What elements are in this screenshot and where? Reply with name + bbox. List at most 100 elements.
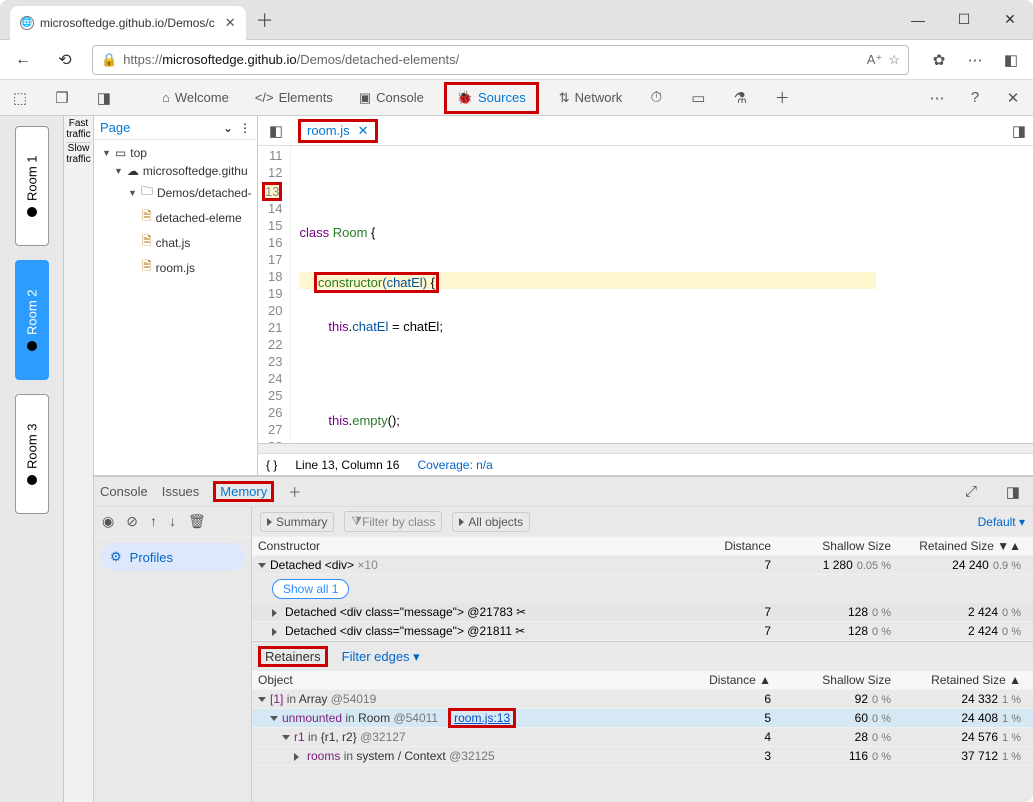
editor-status: { } Line 13, Column 16 Coverage: n/a (258, 453, 1033, 475)
drawer-tabs: Console Issues Memory ＋ ⤢ ◨ (94, 477, 1033, 507)
drawer-expand-icon[interactable]: ⤢ (957, 478, 985, 506)
url-path: /Demos/detached-elements/ (297, 52, 460, 67)
application-icon[interactable]: ▭ (684, 84, 712, 112)
url-host: microsoftedge.github.io (162, 52, 296, 67)
retainers-header[interactable]: ObjectDistance ▲Shallow SizeRetained Siz… (252, 671, 1033, 690)
navigator-more-icon[interactable]: ⋮ (239, 121, 251, 135)
close-window-button[interactable]: ✕ (987, 0, 1033, 40)
tab-elements[interactable]: </> Elements (249, 86, 339, 109)
editor-pane: ◧ room.js✕ ◨ 111213141516171819202122232… (258, 116, 1033, 475)
file-tab-roomjs[interactable]: room.js✕ (298, 119, 378, 143)
fast-traffic-label[interactable]: Fast traffic (66, 118, 91, 143)
extensions-icon[interactable]: ✿ (925, 46, 953, 74)
devtools-more-icon[interactable]: ⋯ (923, 84, 951, 112)
code-area[interactable]: 111213141516171819202122232425262728 cla… (258, 146, 1033, 443)
tree-file-chat[interactable]: 🗎 chat.js (94, 230, 257, 255)
source-link-roomjs13[interactable]: room.js:13 (448, 708, 516, 728)
file-tree: ▼▭ top ▼☁ microsoftedge.githu ▼🗀 Demos/d… (94, 140, 257, 284)
address-field[interactable]: 🔒 https://microsoftedge.github.io/Demos/… (92, 45, 909, 75)
more-tools-icon[interactable]: ⚗ (726, 84, 754, 112)
drawer-tab-issues[interactable]: Issues (162, 484, 200, 499)
lock-icon: 🔒 (101, 52, 117, 68)
heap-row-detached[interactable]: Detached <div> ×10 7 1 2800.05 % 24 2400… (252, 556, 1033, 575)
sidebar-icon[interactable]: ◧ (997, 46, 1025, 74)
editor-toggle-icon[interactable]: ◨ (1005, 117, 1033, 145)
show-all-button[interactable]: Show all 1 (272, 579, 349, 599)
dock-icon[interactable]: ◨ (90, 84, 118, 112)
more-icon[interactable]: ⋯ (961, 46, 989, 74)
filter-edges-button[interactable]: Filter edges ▾ (342, 649, 420, 665)
inspect-icon[interactable]: ⬚ (6, 84, 34, 112)
tab-sources[interactable]: 🐞 Sources (451, 86, 532, 110)
code-lines: class Room { constructor(chatEl) { this.… (291, 146, 876, 443)
add-tab-icon[interactable]: ＋ (768, 84, 796, 112)
help-icon[interactable]: ? (961, 84, 989, 112)
memory-sidebar: ◉ ⊘ ↑ ↓ 🗑 ⚙ Profiles (94, 507, 252, 802)
close-file-icon[interactable]: ✕ (358, 123, 369, 139)
upload-icon[interactable]: ↑ (150, 513, 157, 530)
coverage-link[interactable]: Coverage: n/a (417, 458, 492, 472)
tree-top[interactable]: ▼▭ top (94, 144, 257, 162)
summary-select[interactable]: Summary (260, 512, 334, 532)
browser-tab[interactable]: 🌐 microsoftedge.github.io/Demos/c ✕ (10, 6, 246, 40)
titlebar: 🌐 microsoftedge.github.io/Demos/c ✕ ＋ — … (0, 0, 1033, 40)
drawer-dock-icon[interactable]: ◨ (999, 478, 1027, 506)
reader-icon[interactable]: A⁺ (867, 52, 883, 68)
close-tab-icon[interactable]: ✕ (225, 15, 236, 31)
gutter: 111213141516171819202122232425262728 (258, 146, 291, 443)
drawer-tab-console[interactable]: Console (100, 484, 148, 499)
retainers-tab[interactable]: Retainers (258, 646, 328, 667)
tree-file-room[interactable]: 🗎 room.js (94, 255, 257, 280)
grid-header[interactable]: ConstructorDistanceShallow SizeRetained … (252, 537, 1033, 556)
tab-welcome[interactable]: ⌂ Welcome (156, 86, 235, 109)
retainer-row-4[interactable]: rooms in system / Context @32125 31160 %… (252, 747, 1033, 766)
refresh-button[interactable]: ⟲ (50, 45, 80, 75)
tree-folder[interactable]: ▼🗀 Demos/detached- (94, 180, 257, 205)
new-tab-button[interactable]: ＋ (256, 7, 274, 33)
retainer-row-2[interactable]: unmounted in Room @54011 room.js:13 5600… (252, 709, 1033, 728)
clear-icon[interactable]: ⊘ (126, 513, 138, 530)
url-bar: ← ⟲ 🔒 https://microsoftedge.github.io/De… (0, 40, 1033, 80)
drawer-add-icon[interactable]: ＋ (288, 482, 301, 501)
download-icon[interactable]: ↓ (169, 513, 176, 530)
performance-icon[interactable]: ⏱ (642, 84, 670, 112)
record-icon[interactable]: ◉ (102, 513, 114, 530)
class-filter-input[interactable]: ⧩ Filter by class (344, 511, 442, 532)
profiles-item[interactable]: ⚙ Profiles (100, 543, 245, 571)
back-button[interactable]: ← (8, 45, 38, 75)
retainer-row-3[interactable]: r1 in {r1, r2} @32127 4280 %24 5761 % (252, 728, 1033, 747)
slow-traffic-label[interactable]: Slow traffic (66, 143, 91, 165)
heap-grid: ConstructorDistanceShallow SizeRetained … (252, 537, 1033, 642)
url-prefix: https:// (123, 52, 162, 67)
navigator-pane: Page ⌄ ⋮ ▼▭ top ▼☁ microsoftedge.githu ▼… (94, 116, 258, 475)
room-3-button[interactable]: Room 3 (15, 394, 49, 514)
retainer-row-1[interactable]: [1] in Array @54019 6920 %24 3321 % (252, 690, 1033, 709)
heap-row-msg1[interactable]: Detached <div class="message"> @21783 ✂ … (252, 603, 1033, 622)
chevron-down-icon[interactable]: ⌄ (223, 121, 233, 135)
devtools-tabbar: ⬚ ❐ ◨ ⌂ Welcome </> Elements ▣ Console 🐞… (0, 80, 1033, 116)
editor-nav-icon[interactable]: ◧ (262, 117, 290, 145)
traffic-labels: Fast traffic Slow traffic (64, 116, 94, 802)
heap-row-msg2[interactable]: Detached <div class="message"> @21811 ✂ … (252, 622, 1033, 641)
settings-icon: ⚙ (110, 549, 122, 565)
navigator-page-tab[interactable]: Page (100, 120, 130, 135)
device-icon[interactable]: ❐ (48, 84, 76, 112)
tree-file-html[interactable]: 🗎 detached-eleme (94, 205, 257, 230)
room-1-button[interactable]: Room 1 (15, 126, 49, 246)
tab-network[interactable]: ⇅ Network (553, 86, 629, 110)
room-2-button[interactable]: Room 2 (15, 260, 49, 380)
default-view[interactable]: Default ▾ (978, 515, 1025, 529)
drawer-tab-memory[interactable]: Memory (213, 481, 274, 502)
all-objects-select[interactable]: All objects (452, 512, 530, 532)
tree-origin[interactable]: ▼☁ microsoftedge.githu (94, 162, 257, 180)
delete-icon[interactable]: 🗑 (188, 513, 206, 530)
minimize-button[interactable]: — (895, 0, 941, 40)
maximize-button[interactable]: ☐ (941, 0, 987, 40)
devtools-close-icon[interactable]: ✕ (999, 84, 1027, 112)
globe-icon: 🌐 (20, 16, 34, 30)
tab-console[interactable]: ▣ Console (353, 86, 430, 110)
favorite-icon[interactable]: ☆ (888, 52, 900, 68)
scrollbar[interactable] (258, 443, 1033, 453)
page-content: Room 1 Room 2 Room 3 (0, 116, 64, 802)
tab-title: microsoftedge.github.io/Demos/c (40, 16, 215, 30)
